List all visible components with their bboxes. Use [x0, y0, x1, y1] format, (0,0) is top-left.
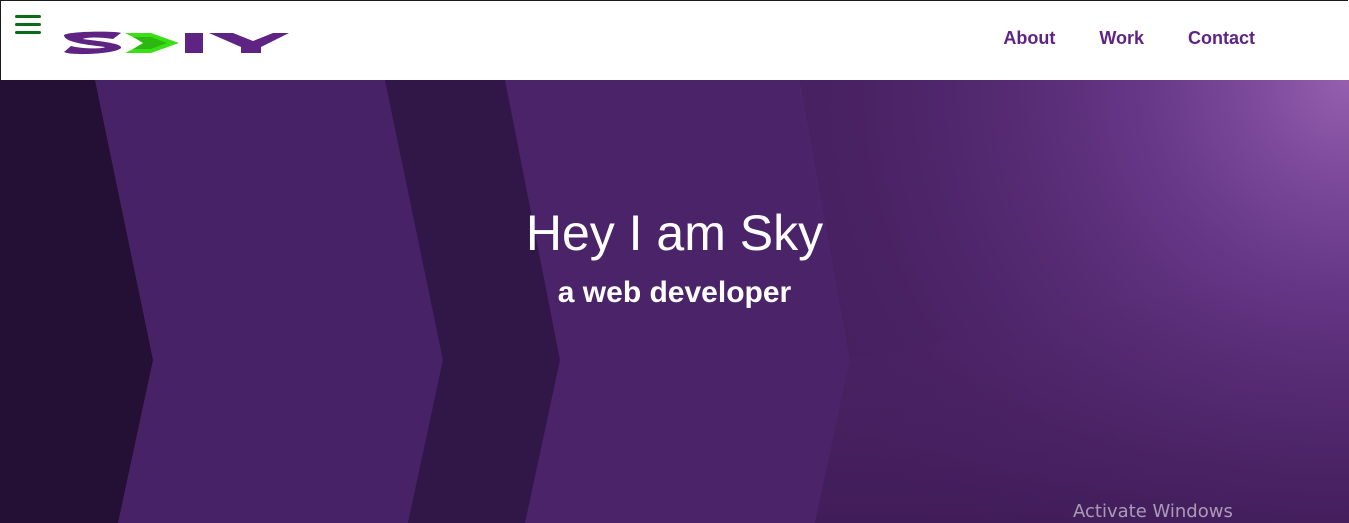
- hero-title: Hey I am Sky: [525, 205, 824, 261]
- page: About Work Contact Hey I am Sky a web de…: [0, 0, 1349, 523]
- hamburger-menu-icon[interactable]: [15, 15, 41, 35]
- hero-subtitle: a web developer: [557, 276, 792, 309]
- logo-letter-y: [209, 33, 289, 53]
- activate-windows-watermark: Activate Windows: [1073, 501, 1233, 522]
- nav-about-link[interactable]: About: [1003, 28, 1055, 49]
- nav-work-link[interactable]: Work: [1099, 28, 1144, 49]
- logo-letter-s: [64, 31, 122, 55]
- main-nav: About Work Contact: [1003, 28, 1255, 49]
- top-navbar: About Work Contact: [0, 0, 1348, 80]
- hero-section: Hey I am Sky a web developer Activate Wi…: [0, 80, 1349, 523]
- hamburger-line: [15, 23, 41, 26]
- logo-letter-i: [185, 33, 203, 53]
- hamburger-line: [15, 15, 41, 18]
- sky-logo[interactable]: [61, 29, 291, 57]
- nav-contact-link[interactable]: Contact: [1188, 28, 1255, 49]
- hamburger-line: [15, 31, 41, 34]
